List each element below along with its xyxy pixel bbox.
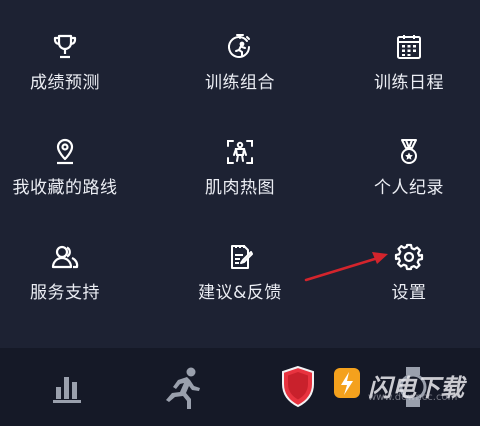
users-icon: [50, 242, 80, 272]
watermark: 闪电下载 www.downcc.com: [332, 360, 480, 410]
menu-item-label: 肌肉热图: [205, 178, 275, 198]
menu-item-training-combo[interactable]: 训练组合: [160, 14, 320, 119]
tab-stats[interactable]: [38, 357, 98, 417]
menu-item-favorite-routes[interactable]: 我收藏的路线: [0, 119, 160, 224]
menu-panel: 成绩预测 训练组合 训练日程 我收藏的路线 肌肉热图 个人纪录 服务支持 建议&…: [0, 0, 480, 348]
trophy-icon: [50, 32, 80, 62]
menu-item-label: 设置: [391, 283, 427, 303]
tab-run[interactable]: [153, 357, 213, 417]
timer-runner-icon: [225, 32, 255, 62]
shield-icon: [278, 364, 318, 410]
stats-bar-icon: [48, 367, 88, 407]
watermark-url: www.downcc.com: [368, 392, 458, 403]
menu-item-label: 我收藏的路线: [12, 178, 118, 198]
edit-note-icon: [225, 242, 255, 272]
menu-item-label: 建议&反馈: [198, 283, 282, 303]
menu-item-personal-records[interactable]: 个人纪录: [320, 119, 480, 224]
menu-item-label: 服务支持: [30, 283, 100, 303]
menu-item-label: 训练日程: [374, 73, 444, 93]
body-scan-icon: [225, 137, 255, 167]
menu-item-label: 成绩预测: [30, 73, 100, 93]
menu-item-label: 个人纪录: [374, 178, 444, 198]
map-pin-icon: [50, 137, 80, 167]
menu-item-score-prediction[interactable]: 成绩预测: [0, 14, 160, 119]
menu-item-settings[interactable]: 设置: [320, 224, 480, 329]
running-man-icon: [159, 365, 207, 409]
medal-icon: [394, 137, 424, 167]
gear-icon: [394, 242, 424, 272]
menu-item-feedback[interactable]: 建议&反馈: [160, 224, 320, 329]
menu-item-label: 训练组合: [205, 73, 275, 93]
menu-item-service-support[interactable]: 服务支持: [0, 224, 160, 329]
lightning-logo-icon: [332, 366, 362, 404]
menu-item-training-schedule[interactable]: 训练日程: [320, 14, 480, 119]
tab-shield[interactable]: [268, 357, 328, 417]
menu-grid: 成绩预测 训练组合 训练日程 我收藏的路线 肌肉热图 个人纪录 服务支持 建议&…: [0, 14, 480, 329]
calendar-icon: [394, 32, 424, 62]
menu-item-muscle-heatmap[interactable]: 肌肉热图: [160, 119, 320, 224]
